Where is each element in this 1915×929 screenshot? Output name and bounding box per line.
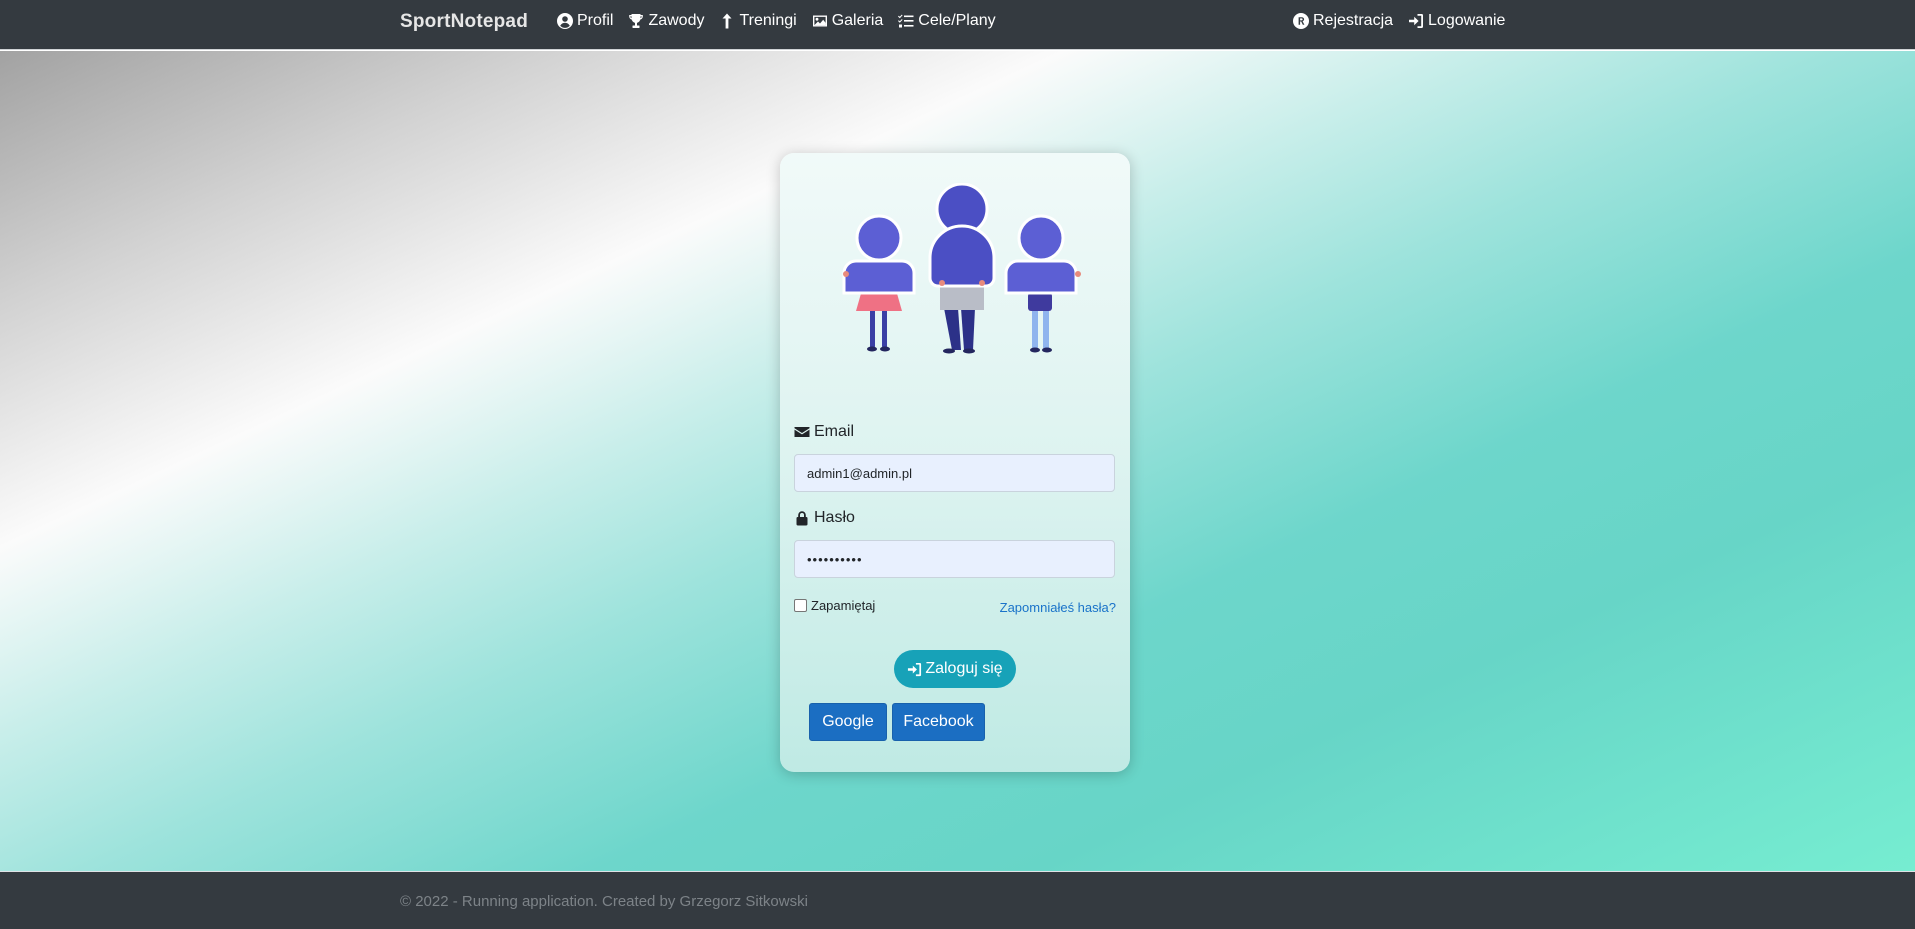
nav-link-label: Cele/Plany [918, 12, 996, 29]
nav-link-label: Rejestracja [1313, 12, 1394, 29]
registered-icon [1293, 13, 1309, 29]
remember-checkbox[interactable] [794, 599, 807, 612]
user-circle-icon [557, 13, 573, 29]
nav-right-group: Rejestracja Logowanie [1293, 12, 1520, 30]
nav-link-zawody[interactable]: Zawody [628, 12, 704, 30]
nav-link-label: Zawody [648, 12, 705, 29]
nav-link-profil[interactable]: Profil [557, 12, 613, 30]
password-label: Hasło [794, 509, 855, 527]
email-label-text: Email [814, 423, 855, 440]
nav-left-group: Profil Zawody Treningi Galeria Cele/Plan… [557, 12, 1011, 30]
password-field[interactable]: •••••••••• [794, 540, 1115, 578]
remember-label[interactable]: Zapamiętaj [811, 598, 875, 613]
people-illustration [842, 183, 1081, 354]
sign-in-icon [1409, 14, 1424, 28]
email-field[interactable]: admin1@admin.pl [794, 454, 1115, 492]
nav-link-treningi[interactable]: Treningi [719, 12, 797, 30]
facebook-login-button[interactable]: Facebook [892, 703, 985, 741]
nav-link-label: Logowanie [1428, 12, 1506, 29]
nav-link-logowanie[interactable]: Logowanie [1408, 12, 1505, 30]
forgot-password-link[interactable]: Zapomniałeś hasła? [1000, 600, 1116, 615]
image-icon [812, 15, 827, 27]
nav-link-label: Treningi [739, 12, 797, 29]
login-button[interactable]: Zaloguj się [894, 650, 1016, 688]
password-field-value: •••••••••• [807, 551, 863, 567]
checklist-icon [898, 14, 914, 28]
sign-in-icon [908, 662, 922, 676]
login-button-label: Zaloguj się [925, 660, 1003, 677]
nav-link-cele-plany[interactable]: Cele/Plany [898, 12, 996, 30]
nav-link-label: Galeria [831, 12, 884, 29]
lock-icon [796, 511, 808, 526]
email-field-value: admin1@admin.pl [807, 465, 912, 481]
login-card: Email admin1@admin.pl Hasło •••••••••• Z… [780, 153, 1130, 772]
nav-link-label: Profil [577, 12, 614, 29]
google-login-button[interactable]: Google [809, 703, 887, 741]
email-label: Email [794, 423, 854, 441]
remember-me: Zapamiętaj [794, 598, 875, 613]
top-navbar: SportNotepad Profil Zawody Treningi Gale… [0, 0, 1915, 50]
main-background: Email admin1@admin.pl Hasło •••••••••• Z… [0, 51, 1915, 871]
arrow-up-icon [722, 13, 732, 29]
password-label-text: Hasło [814, 509, 855, 526]
footer: © 2022 - Running application. Created by… [0, 871, 1915, 929]
nav-link-galeria[interactable]: Galeria [812, 12, 884, 30]
nav-link-rejestracja[interactable]: Rejestracja [1293, 12, 1393, 30]
trophy-icon [629, 14, 644, 28]
envelope-icon [794, 427, 810, 437]
brand-logo[interactable]: SportNotepad [400, 11, 528, 33]
footer-copyright: © 2022 - Running application. Created by… [400, 893, 808, 910]
